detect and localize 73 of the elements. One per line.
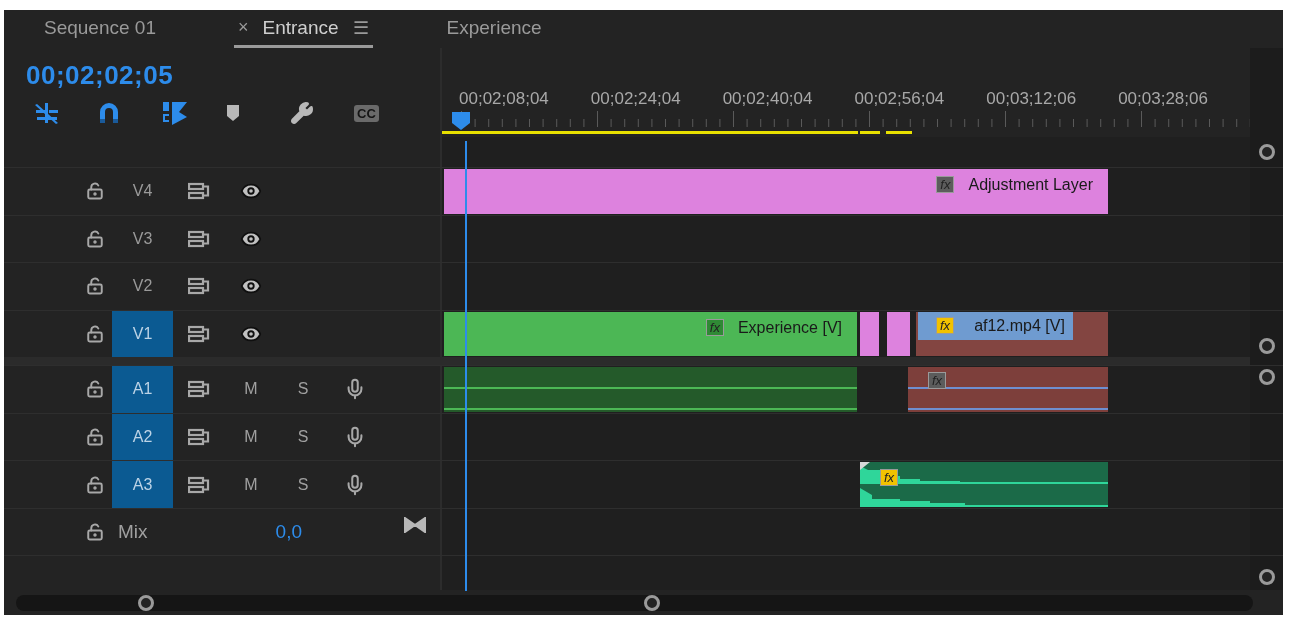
audio-clip[interactable]	[444, 367, 857, 412]
unlock-icon[interactable]	[86, 380, 104, 399]
menu-icon[interactable]: ☰	[352, 16, 369, 39]
track-target[interactable]: V1	[112, 310, 173, 358]
zoom-handle-icon[interactable]	[1257, 568, 1276, 587]
unlock-icon[interactable]	[86, 229, 104, 248]
marker-icon[interactable]	[226, 104, 240, 122]
sync-lock-icon[interactable]	[188, 428, 210, 447]
horizontal-scrollbar[interactable]	[16, 594, 1253, 611]
audio-clip[interactable]: fx	[860, 462, 1108, 507]
playhead-handle[interactable]	[451, 111, 471, 132]
video-clip[interactable]	[860, 311, 879, 357]
captions-button[interactable]: CC	[354, 104, 379, 122]
scroll-handle[interactable]	[644, 594, 660, 611]
linked-selection-icon[interactable]	[162, 101, 188, 125]
solo-toggle[interactable]: S	[297, 475, 309, 494]
clip-name: Adjustment Layer	[968, 175, 1093, 194]
solo-toggle[interactable]: S	[297, 380, 309, 399]
nest-toggle-icon[interactable]	[34, 102, 60, 124]
fx-badge[interactable]: fx	[705, 319, 724, 337]
mix-value[interactable]: 0,0	[275, 521, 302, 544]
unlock-icon[interactable]	[86, 475, 104, 494]
mute-toggle[interactable]: M	[244, 380, 258, 399]
track-target[interactable]: A1	[112, 366, 173, 413]
wrench-icon[interactable]	[290, 101, 314, 125]
bowtie-icon[interactable]	[404, 516, 426, 533]
tab-label: Experience	[446, 16, 542, 39]
work-area-bar[interactable]	[442, 131, 912, 136]
video-clip[interactable]: fx af12.mp4 [V]	[916, 311, 1108, 357]
video-clip[interactable]	[887, 311, 910, 357]
close-tab-icon[interactable]: ×	[238, 17, 249, 38]
clip-name: af12.mp4 [V]	[974, 316, 1065, 335]
track-target[interactable]: V4	[112, 167, 173, 215]
zoom-handle-icon[interactable]	[1257, 337, 1276, 356]
tab-label: Entrance	[262, 16, 339, 39]
ruler-timecode: 00;02;56;04	[854, 89, 946, 110]
track-target[interactable]: A3	[112, 461, 173, 508]
sync-lock-icon[interactable]	[188, 380, 210, 399]
clip-name: Experience [V]	[737, 318, 842, 337]
track-target[interactable]: A2	[112, 413, 173, 461]
tab-label: Sequence 01	[44, 16, 156, 39]
unlock-icon[interactable]	[86, 182, 104, 201]
timecode[interactable]: 00;02;02;05	[26, 60, 174, 91]
zoom-handle-icon[interactable]	[1257, 143, 1276, 162]
sync-lock-icon[interactable]	[188, 182, 210, 201]
sync-lock-icon[interactable]	[188, 229, 210, 248]
track-target[interactable]: V2	[112, 263, 173, 310]
sync-lock-icon[interactable]	[188, 324, 210, 343]
ruler-timecode: 00;03;12;06	[986, 89, 1078, 110]
mute-toggle[interactable]: M	[244, 428, 258, 447]
unlock-icon[interactable]	[86, 523, 104, 542]
solo-toggle[interactable]: S	[297, 428, 309, 447]
ruler-timecode: 00;02;08;04	[459, 89, 550, 110]
panel-tab[interactable]: Experience	[442, 10, 546, 48]
ruler-timecode: 00;03;28;06	[1118, 89, 1209, 110]
sync-lock-icon[interactable]	[188, 277, 210, 296]
mix-label: Mix	[118, 521, 148, 544]
unlock-icon[interactable]	[86, 324, 104, 343]
magnet-icon[interactable]	[98, 102, 120, 124]
fx-badge[interactable]: fx	[880, 469, 899, 487]
track-target[interactable]: V3	[112, 215, 173, 263]
fx-badge[interactable]: fx	[936, 317, 955, 335]
mute-toggle[interactable]: M	[244, 475, 258, 494]
sync-lock-icon[interactable]	[188, 475, 210, 494]
unlock-icon[interactable]	[86, 277, 104, 296]
unlock-icon[interactable]	[86, 428, 104, 447]
video-clip[interactable]: fx Experience [V]	[444, 311, 857, 357]
video-clip[interactable]: fx Adjustment Layer	[444, 168, 1108, 214]
zoom-handle-icon[interactable]	[1257, 368, 1276, 387]
ruler-timecode: 00;02;40;04	[722, 89, 814, 110]
panel-tab[interactable]: Sequence 01	[40, 10, 160, 48]
ruler-timecode: 00;02;24;04	[590, 89, 682, 110]
scroll-handle[interactable]	[138, 594, 154, 611]
